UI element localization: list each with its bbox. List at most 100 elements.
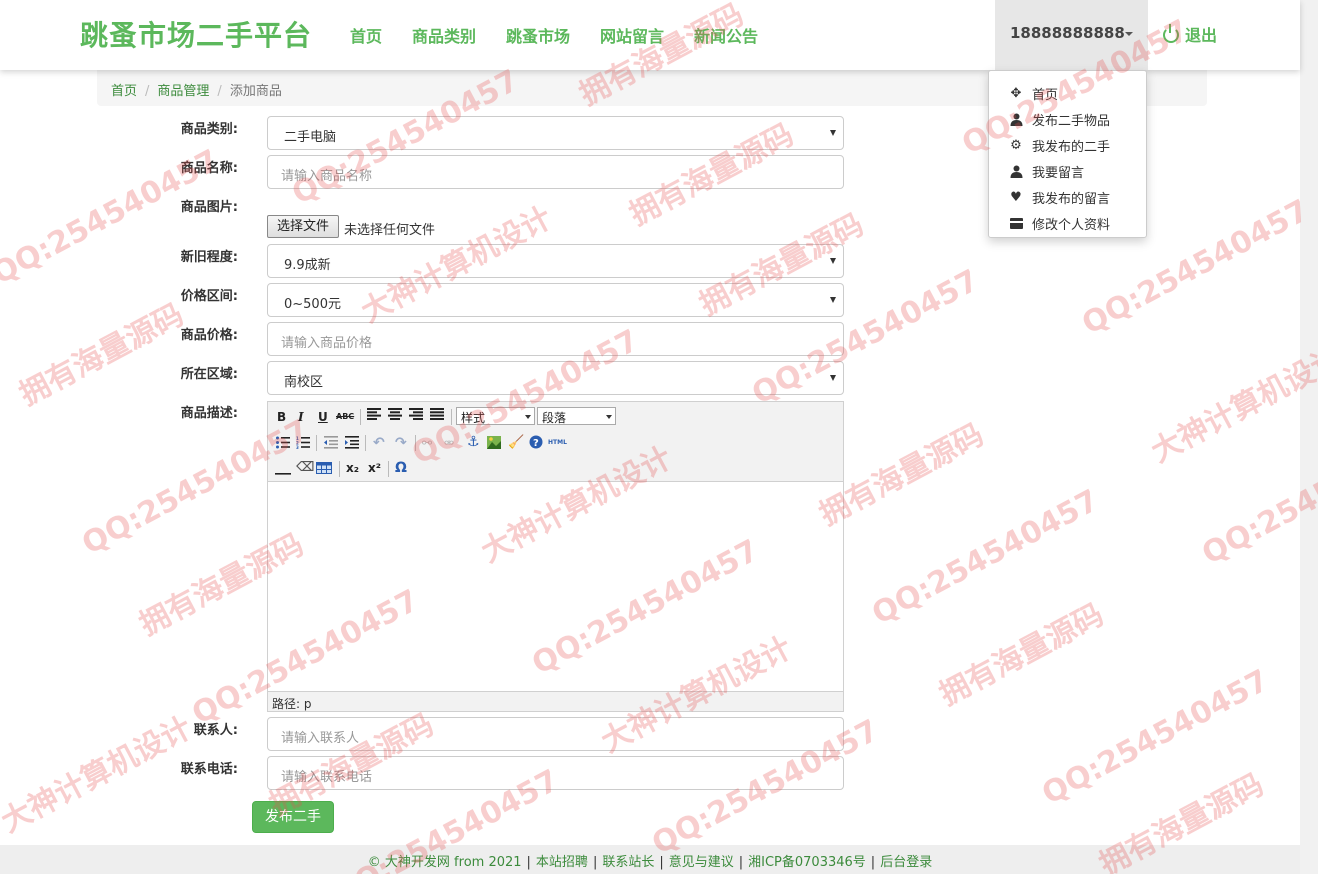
area-value: 南校区 (284, 375, 324, 390)
condition-label: 新旧程度: (180, 250, 238, 265)
style-select[interactable]: 样式 (456, 407, 535, 425)
anchor-icon[interactable]: ⚓ (467, 434, 480, 450)
html-source-button[interactable]: HTML (548, 439, 567, 446)
heart-icon: ♥ (1010, 189, 1022, 205)
editor-toolbar: B I U ABC 样式 段落 1 2 3 ↶ ↷ ⚯ ⚮ ⚓ 🧹 ? HTML… (268, 402, 843, 482)
footer-icp[interactable]: 湘ICP备0703346号 (748, 855, 866, 870)
select-arrow-icon (830, 297, 836, 303)
contact-input[interactable]: 请输入联系人 (267, 717, 844, 751)
nav-flea-market[interactable]: 跳蚤市场 (506, 23, 570, 47)
eraser-icon[interactable]: ⌫ (296, 460, 314, 475)
align-center-icon[interactable] (388, 408, 402, 423)
dropdown-item-publish[interactable]: 发布二手物品 (989, 106, 1146, 132)
bold-button[interactable]: B (277, 410, 286, 424)
publish-button[interactable]: 发布二手 (252, 801, 334, 833)
user-icon (1009, 164, 1023, 178)
numbered-list-icon[interactable]: 123 (296, 436, 310, 452)
gear-icon: ⚙ (1010, 137, 1022, 153)
rich-text-editor: B I U ABC 样式 段落 1 2 3 ↶ ↷ ⚯ ⚮ ⚓ 🧹 ? HTML… (267, 401, 844, 712)
superscript-button[interactable]: x² (368, 461, 381, 475)
strikethrough-button[interactable]: ABC (336, 412, 354, 421)
paragraph-select[interactable]: 段落 (537, 407, 616, 425)
footer-separator: | (870, 855, 876, 870)
user-menu-toggle[interactable]: 18888888888 (995, 0, 1148, 70)
subscript-button[interactable]: x₂ (346, 461, 359, 475)
logout-label: 退出 (1185, 26, 1218, 45)
page: 跳蚤市场二手平台 首页 商品类别 跳蚤市场 网站留言 新闻公告 18888888… (0, 0, 1300, 874)
site-brand[interactable]: 跳蚤市场二手平台 (80, 14, 312, 54)
dropdown-item-my-items[interactable]: ⚙ 我发布的二手 (989, 132, 1146, 158)
user-icon (1009, 112, 1023, 126)
footer-contact[interactable]: 联系站长 (602, 855, 654, 870)
condition-select[interactable]: 9.9成新 (267, 244, 844, 278)
navbar: 跳蚤市场二手平台 首页 商品类别 跳蚤市场 网站留言 新闻公告 18888888… (0, 0, 1300, 70)
nav-messages[interactable]: 网站留言 (600, 23, 664, 47)
breadcrumb-goods-management[interactable]: 商品管理 (157, 84, 209, 99)
footer-copyright[interactable]: © 大神开发网 from 2021 (368, 855, 522, 870)
italic-button[interactable]: I (298, 410, 304, 424)
style-select-value: 样式 (461, 411, 486, 425)
outdent-icon[interactable] (324, 436, 338, 452)
image-label: 商品图片: (180, 200, 238, 215)
phone-input[interactable]: 请输入联系电话 (267, 756, 844, 790)
special-char-button[interactable]: Ω (395, 460, 407, 476)
choose-file-button[interactable]: 选择文件 (267, 215, 339, 238)
editor-content-area[interactable] (268, 483, 843, 691)
contact-label: 联系人: (193, 723, 238, 738)
select-arrow-icon (830, 258, 836, 264)
bullet-list-icon[interactable] (276, 436, 290, 452)
area-select[interactable]: 南校区 (267, 361, 844, 395)
nav-news[interactable]: 新闻公告 (694, 23, 758, 47)
indent-icon[interactable] (345, 436, 359, 452)
page-scrollbar[interactable] (1300, 0, 1318, 874)
card-icon (1009, 216, 1023, 230)
paragraph-select-value: 段落 (542, 411, 567, 425)
price-range-value: 0~500元 (284, 297, 341, 312)
image-icon[interactable] (487, 436, 501, 452)
footer-feedback[interactable]: 意见与建议 (669, 855, 734, 870)
move-icon: ✥ (1010, 85, 1022, 101)
select-arrow-icon (830, 375, 836, 381)
svg-text:?: ? (533, 438, 539, 449)
cleanup-icon[interactable]: 🧹 (508, 435, 524, 450)
description-label: 商品描述: (180, 406, 238, 421)
breadcrumb-separator: / (217, 84, 222, 99)
undo-icon[interactable]: ↶ (373, 435, 385, 451)
svg-text:3: 3 (296, 445, 299, 449)
name-input[interactable]: 请输入商品名称 (267, 155, 844, 189)
caret-down-icon (1125, 32, 1133, 36)
dropdown-item-profile[interactable]: 修改个人资料 (989, 210, 1146, 236)
unlink-icon[interactable]: ⚮ (444, 436, 454, 450)
redo-icon[interactable]: ↷ (395, 435, 407, 451)
footer-admin-login[interactable]: 后台登录 (880, 855, 932, 870)
align-left-icon[interactable] (367, 408, 381, 423)
align-justify-icon[interactable] (430, 408, 444, 423)
price-label: 商品价格: (180, 328, 238, 343)
dropdown-item-label: 我要留言 (1032, 165, 1085, 181)
file-status: 未选择任何文件 (344, 223, 436, 238)
dropdown-item-my-messages[interactable]: ♥ 我发布的留言 (989, 184, 1146, 210)
dropdown-item-leave-message[interactable]: 我要留言 (989, 158, 1146, 184)
underline-button[interactable]: U (318, 410, 328, 424)
price-input[interactable]: 请输入商品价格 (267, 322, 844, 356)
select-arrow-icon (525, 415, 531, 419)
select-arrow-icon (606, 415, 612, 419)
nav-home[interactable]: 首页 (350, 23, 382, 47)
table-icon[interactable] (316, 462, 332, 477)
select-arrow-icon (830, 130, 836, 136)
align-right-icon[interactable] (409, 408, 423, 423)
toolbar-separator (316, 435, 317, 451)
horizontal-rule-icon[interactable] (275, 466, 291, 479)
logout-link[interactable]: 退出 (1163, 22, 1217, 46)
nav-categories[interactable]: 商品类别 (412, 23, 476, 47)
category-label: 商品类别: (180, 122, 238, 137)
breadcrumb-home[interactable]: 首页 (111, 84, 137, 99)
dropdown-item-home[interactable]: ✥ 首页 (989, 80, 1146, 106)
help-icon[interactable]: ? (529, 435, 543, 452)
price-range-select[interactable]: 0~500元 (267, 283, 844, 317)
footer-jobs[interactable]: 本站招聘 (536, 855, 588, 870)
footer-separator: | (738, 855, 744, 870)
link-icon[interactable]: ⚯ (422, 436, 432, 450)
editor-status-path: 路径: p (268, 691, 843, 711)
category-select[interactable]: 二手电脑 (267, 116, 844, 150)
